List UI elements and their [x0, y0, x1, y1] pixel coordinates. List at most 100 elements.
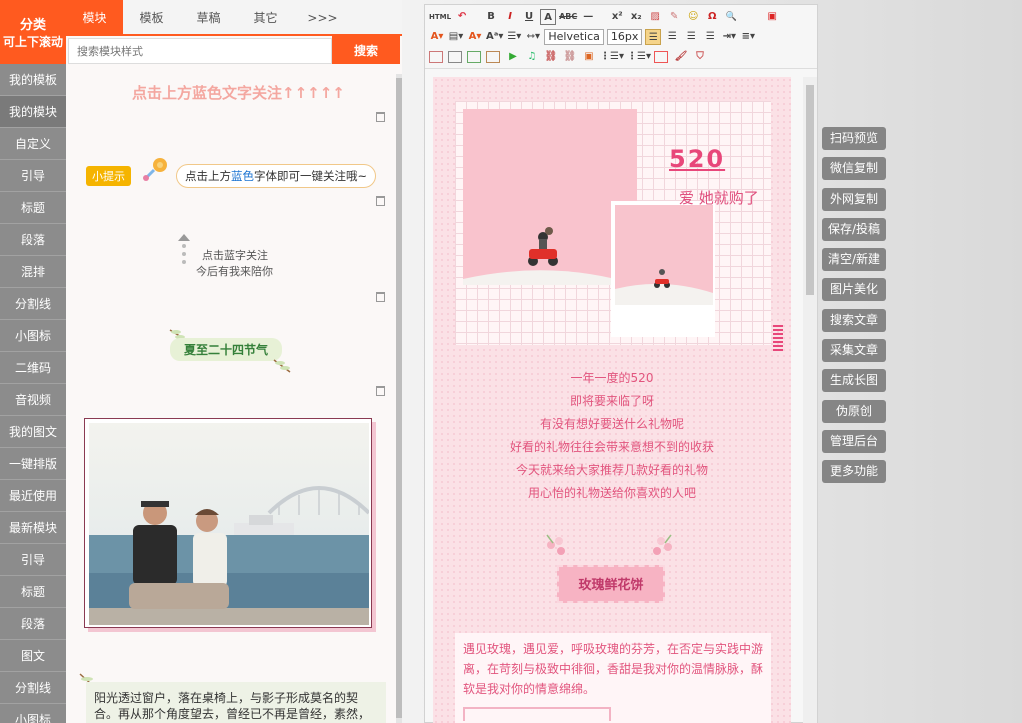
align-justify-icon[interactable]: ☰ — [702, 29, 718, 45]
save-submit-button[interactable]: 保存/投稿 — [822, 217, 886, 241]
category-item-title[interactable]: 标题 — [0, 192, 66, 224]
qr-preview-button[interactable]: 扫码预览 — [822, 127, 886, 150]
anchor-icon[interactable]: ▣ — [581, 49, 597, 65]
clear-new-button[interactable]: 清空/新建 — [822, 248, 886, 272]
table-icon[interactable] — [486, 51, 500, 63]
more-functions-button[interactable]: 更多功能 — [822, 460, 886, 484]
tab-templates[interactable]: 模板 — [123, 0, 180, 34]
tab-others[interactable]: 其它 — [237, 0, 294, 34]
italic-button[interactable]: I — [502, 9, 518, 25]
category-item-one-click-layout[interactable]: 一键排版 — [0, 448, 66, 480]
admin-button[interactable]: 管理后台 — [822, 429, 886, 453]
emoji-icon[interactable]: ☺ — [685, 9, 701, 25]
wechat-copy-button[interactable]: 微信复制 — [822, 157, 886, 181]
picture-icon[interactable] — [467, 51, 481, 63]
module-scrollbar[interactable] — [396, 74, 402, 723]
tab-more[interactable]: >>> — [294, 0, 351, 34]
category-item-divider-2[interactable]: 分割线 — [0, 672, 66, 704]
category-item-audio-video[interactable]: 音视频 — [0, 384, 66, 416]
font-family-select[interactable]: Helvetica — [544, 29, 604, 45]
undo-button[interactable]: ↶ — [454, 9, 470, 25]
category-item-my-modules[interactable]: 我的模块 — [0, 96, 66, 128]
category-item-image-text[interactable]: 图文 — [0, 640, 66, 672]
editor-canvas[interactable]: 520 爱 她就购了 一年一度的520 即将要来临了呀 有没有想好要送什么礼物呢… — [433, 77, 791, 723]
link-icon[interactable]: ⛓ — [543, 49, 559, 65]
category-item-my-templates[interactable]: 我的模板 — [0, 64, 66, 96]
text-module[interactable]: 阳光透过窗户，落在桌椅上，与影子形成莫名的契合。再从那个角度望去，曾经已不再是曾… — [86, 682, 386, 723]
eraser-icon[interactable]: ✎ — [666, 9, 682, 25]
follow-tip-bubble[interactable]: 点击上方蓝色字体即可一键关注哦~ — [176, 164, 377, 188]
image-icon[interactable] — [429, 51, 443, 63]
external-copy-button[interactable]: 外网复制 — [822, 187, 886, 211]
image-beautify-button[interactable]: 图片美化 — [822, 278, 886, 302]
article-paragraph[interactable]: 遇见玫瑰，遇见爱，呼吸玫瑰的芬芳，在否定与实践中游离，在苛刻与极致中徘徊，香甜是… — [455, 633, 771, 723]
trash-icon[interactable] — [376, 386, 385, 396]
follow-blue-text[interactable]: 点击蓝字关注 今后有我来陪你 — [196, 248, 273, 280]
product-title[interactable]: 玫瑰鲜花饼 — [557, 565, 665, 603]
ordered-list-icon[interactable]: ⋮☰▾ — [600, 49, 624, 65]
font-color-icon[interactable]: A▾ — [429, 29, 445, 45]
play-icon[interactable]: ▶ — [505, 49, 521, 65]
category-item-newest[interactable]: 最新模块 — [0, 512, 66, 544]
align-right-icon[interactable]: ☰ — [683, 29, 699, 45]
fullscreen-icon[interactable]: ▣ — [764, 9, 780, 25]
template-icon[interactable] — [653, 51, 668, 63]
tab-modules[interactable]: 模块 — [66, 0, 123, 34]
pseudo-original-button[interactable]: 伪原创 — [822, 399, 886, 423]
bold-button[interactable]: B — [483, 9, 499, 25]
category-item-paragraph[interactable]: 段落 — [0, 224, 66, 256]
horizontal-rule-button[interactable]: — — [580, 9, 596, 25]
editor-scrollbar[interactable] — [803, 77, 817, 723]
article-header-image[interactable]: 520 爱 她就购了 — [455, 101, 783, 351]
search-icon[interactable]: 🔍 — [723, 9, 739, 25]
category-item-guide-2[interactable]: 引导 — [0, 544, 66, 576]
unordered-list-icon[interactable]: ⋮☰▾ — [627, 49, 651, 65]
category-item-mixed[interactable]: 混排 — [0, 256, 66, 288]
module-follow-title[interactable]: 点击上方蓝色文字关注↑↑↑↑↑ — [132, 82, 345, 103]
superscript-button[interactable]: x² — [609, 9, 625, 25]
format-brush-icon[interactable]: ▤▾ — [448, 29, 464, 45]
article-poem[interactable]: 一年一度的520 即将要来临了呀 有没有想好要送什么礼物呢 好看的礼物往往会带来… — [433, 367, 791, 505]
subscript-button[interactable]: x₂ — [628, 9, 644, 25]
category-item-recent[interactable]: 最近使用 — [0, 480, 66, 512]
collect-article-button[interactable]: 采集文章 — [822, 339, 886, 363]
photo-module[interactable] — [84, 418, 372, 628]
gallery-icon[interactable] — [448, 51, 462, 63]
align-left-icon[interactable]: ☰ — [645, 29, 662, 45]
html5-icon[interactable]: ⛉ — [692, 49, 708, 65]
font-border-button[interactable]: A — [540, 9, 557, 25]
trash-icon[interactable] — [376, 292, 385, 302]
font-size-select[interactable]: 16px — [606, 29, 643, 45]
category-item-guide[interactable]: 引导 — [0, 160, 66, 192]
category-item-small-icon-2[interactable]: 小图标 — [0, 704, 66, 723]
line-height-icon[interactable]: ☰▾ — [506, 29, 522, 45]
special-char-icon[interactable]: Ω — [704, 9, 720, 25]
module-search-input[interactable] — [68, 38, 332, 64]
module-search-button[interactable]: 搜索 — [332, 36, 400, 64]
tab-drafts[interactable]: 草稿 — [180, 0, 237, 34]
letter-spacing-icon[interactable]: ⇿▾ — [525, 29, 541, 45]
underline-button[interactable]: U — [521, 9, 537, 25]
unlink-icon[interactable]: ⛓ — [562, 49, 578, 65]
align-center-icon[interactable]: ☰ — [664, 29, 680, 45]
category-item-my-articles[interactable]: 我的图文 — [0, 416, 66, 448]
category-item-title-2[interactable]: 标题 — [0, 576, 66, 608]
text-transform-icon[interactable]: Aᵃ▾ — [486, 29, 503, 45]
category-item-qrcode[interactable]: 二维码 — [0, 352, 66, 384]
strikethrough-button[interactable]: ABC — [559, 9, 577, 25]
search-article-button[interactable]: 搜索文章 — [822, 308, 886, 332]
html-source-button[interactable]: HTML — [429, 9, 451, 25]
trash-icon[interactable] — [376, 112, 385, 122]
clear-format-icon[interactable]: 🖌 — [673, 49, 689, 65]
paragraph-spacing-icon[interactable]: ≡▾ — [740, 29, 756, 45]
category-item-paragraph-2[interactable]: 段落 — [0, 608, 66, 640]
category-item-small-icon[interactable]: 小图标 — [0, 320, 66, 352]
category-item-custom[interactable]: 自定义 — [0, 128, 66, 160]
trash-icon[interactable] — [376, 196, 385, 206]
audio-icon[interactable]: ♫ — [524, 49, 540, 65]
solar-term-title[interactable]: 夏至二十四节气 — [170, 338, 283, 361]
long-image-button[interactable]: 生成长图 — [822, 369, 886, 393]
category-item-divider[interactable]: 分割线 — [0, 288, 66, 320]
pattern-icon[interactable]: ▨ — [647, 9, 663, 25]
bg-color-icon[interactable]: A▾ — [467, 29, 483, 45]
